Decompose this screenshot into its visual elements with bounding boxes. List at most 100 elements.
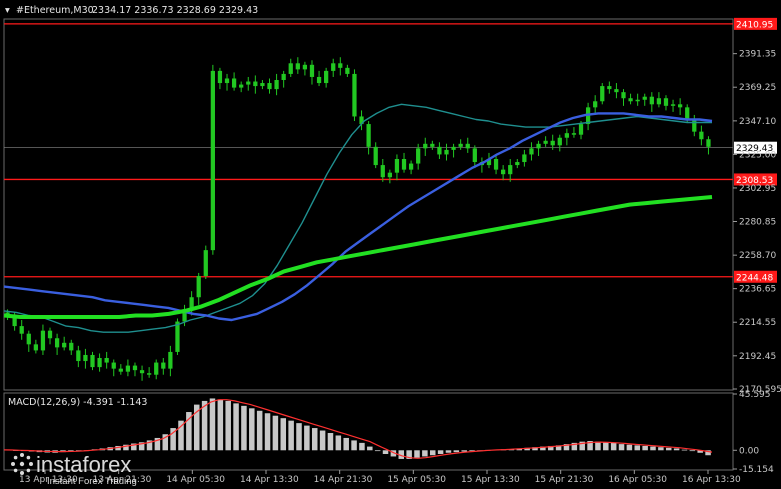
x-tick-label: 16 Apr 13:30 [682, 475, 741, 485]
macd-bar [382, 450, 389, 454]
candle-body [692, 119, 697, 132]
x-tick-label: 15 Apr 21:30 [535, 475, 594, 485]
macd-tick-label: -15.154 [739, 465, 774, 475]
macd-bar [304, 425, 310, 451]
price-axis: 2391.35 2369.25 2347.10 2325.00 2302.95 2280.… [733, 50, 781, 475]
macd-bar [673, 448, 680, 451]
candle-body [168, 351, 173, 369]
candle-body [69, 342, 74, 351]
candle-body [33, 344, 38, 351]
candle-body [47, 330, 53, 339]
candle-body [416, 148, 421, 164]
macd-bar [367, 446, 373, 451]
candle-body [281, 73, 286, 81]
candle-body [302, 64, 308, 70]
macd-bar [681, 449, 688, 451]
candle-body [529, 148, 534, 155]
y-tick-label: 2280.85 [739, 218, 776, 228]
candle-body [97, 358, 102, 368]
y-tick-label: 2302.95 [739, 184, 776, 194]
candle-body [437, 146, 442, 155]
candle-body [465, 143, 470, 149]
candle-body [578, 124, 584, 135]
macd-bar [209, 398, 216, 451]
candle-body [111, 362, 116, 369]
candle-body [253, 81, 258, 87]
macd-tick-label: 45.595 [739, 390, 771, 400]
macd-bar [280, 418, 287, 451]
candle-body [366, 124, 371, 147]
support-resistance-levels: 2410.952308.532244.482329.43 [4, 17, 777, 283]
candle-body [309, 64, 315, 77]
level-label: 2244.48 [736, 273, 773, 283]
candle-body [649, 96, 654, 105]
candle-body [401, 158, 407, 170]
macd-bar [264, 413, 271, 451]
macd-bar [288, 420, 294, 451]
macd-bar [351, 440, 357, 451]
candle-body [663, 98, 669, 106]
macd-bar [422, 450, 428, 457]
candle-body [430, 143, 435, 147]
candle-body [394, 158, 400, 173]
candle-body [246, 81, 251, 85]
macd-bar [650, 446, 656, 451]
candle-body [408, 163, 414, 170]
y-tick-label: 2325.00 [739, 150, 776, 160]
price-chart[interactable]: 2410.952308.532244.482329.43 2391.35 2369… [0, 0, 781, 489]
candle-body [685, 107, 690, 120]
candle-body [621, 92, 626, 99]
macd-bar [233, 403, 239, 451]
candle-body [147, 373, 152, 375]
candle-body [557, 137, 562, 146]
y-tick-label: 2258.70 [739, 251, 776, 261]
macd-bar [256, 410, 263, 451]
candle-body [614, 89, 619, 93]
candle-body [451, 146, 456, 150]
macd-bar [225, 400, 231, 451]
candle-body [196, 275, 201, 298]
macd-bar [658, 447, 664, 451]
macd-bar [437, 450, 444, 454]
macd-bar [241, 405, 247, 451]
candle-body [423, 143, 428, 149]
candle-body [83, 354, 88, 362]
macd-bar [414, 450, 420, 458]
y-tick-label: 2214.55 [739, 318, 776, 328]
candle-body [161, 362, 166, 369]
candle-body [600, 86, 605, 102]
candle-body [380, 165, 385, 178]
x-tick-label: 15 Apr 13:30 [461, 475, 520, 485]
candle-body [260, 83, 265, 87]
candle-body [132, 365, 138, 371]
candle-body [508, 165, 513, 175]
candle-body [175, 321, 180, 352]
candle-body [593, 101, 598, 108]
candle-body [699, 131, 704, 140]
candle-body [224, 78, 230, 84]
macd-bar [595, 441, 601, 451]
macd-bar [296, 423, 302, 451]
y-tick-label: 2391.35 [739, 50, 776, 60]
macd-bar [626, 444, 633, 451]
candle-body [239, 84, 244, 88]
level-label: 2410.95 [736, 20, 773, 30]
y-tick-label: 2192.45 [739, 352, 776, 362]
macd-bar [335, 435, 342, 451]
symbol-label: #Ethereum,M30 [16, 5, 94, 16]
collapse-arrow-icon[interactable]: ▾ [5, 5, 10, 16]
candle-body [54, 338, 60, 348]
macd-bar [610, 442, 617, 451]
candle-body [154, 362, 159, 375]
candle-body [656, 98, 662, 105]
candle-body [40, 330, 46, 351]
x-tick-label: 16 Apr 05:30 [608, 475, 667, 485]
candle-body [706, 139, 711, 147]
candle-body [288, 63, 293, 74]
candle-body [139, 370, 145, 374]
candle-body [373, 146, 378, 166]
candle-body [217, 70, 223, 84]
candle-body [387, 172, 392, 178]
candle-body [543, 140, 548, 144]
watermark-tagline: Instant Forex Trading [47, 476, 137, 487]
